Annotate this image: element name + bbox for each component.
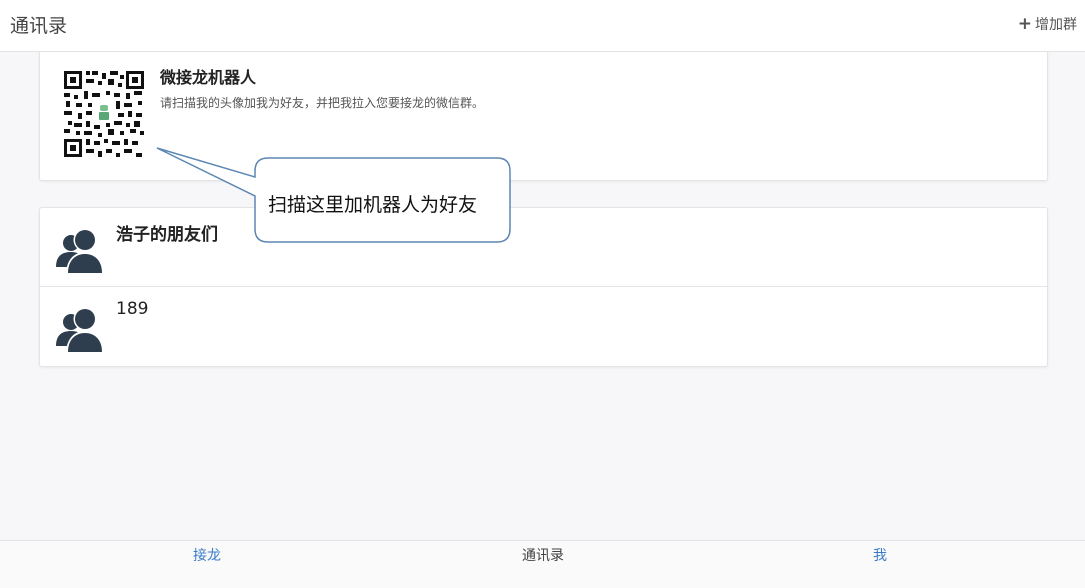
add-group-label: 增加群 [1035,17,1077,33]
group-name: 浩子的朋友们 [116,225,218,245]
tab-contacts[interactable]: 通讯录 [522,545,564,565]
bot-name: 微接龙机器人 [160,68,257,87]
group-row-189[interactable]: 189 [40,287,1047,366]
group-avatar-icon [56,307,104,354]
bot-description: 请扫描我的头像加我为好友，并把我拉入您要接龙的微信群。 [160,96,485,110]
bottom-tab-bar: 接龙 通讯录 我 [0,540,1085,588]
plus-icon: + [1017,13,1032,34]
group-avatar-icon [56,228,104,275]
add-group-button[interactable]: + 增加群 [1018,14,1077,34]
group-name: 189 [116,299,149,319]
callout-text: 扫描这里加机器人为好友 [268,194,478,216]
group-row-haozi[interactable]: 浩子的朋友们 [40,208,1047,287]
qr-code-icon[interactable] [62,69,146,159]
tab-jielong[interactable]: 接龙 [193,545,221,565]
tab-me[interactable]: 我 [873,545,887,565]
page-title: 通讯录 [10,15,68,37]
top-header: 通讯录 + 增加群 [0,0,1085,52]
group-list: 浩子的朋友们 189 [39,207,1048,367]
bot-card: 微接龙机器人 请扫描我的头像加我为好友，并把我拉入您要接龙的微信群。 [39,52,1048,181]
